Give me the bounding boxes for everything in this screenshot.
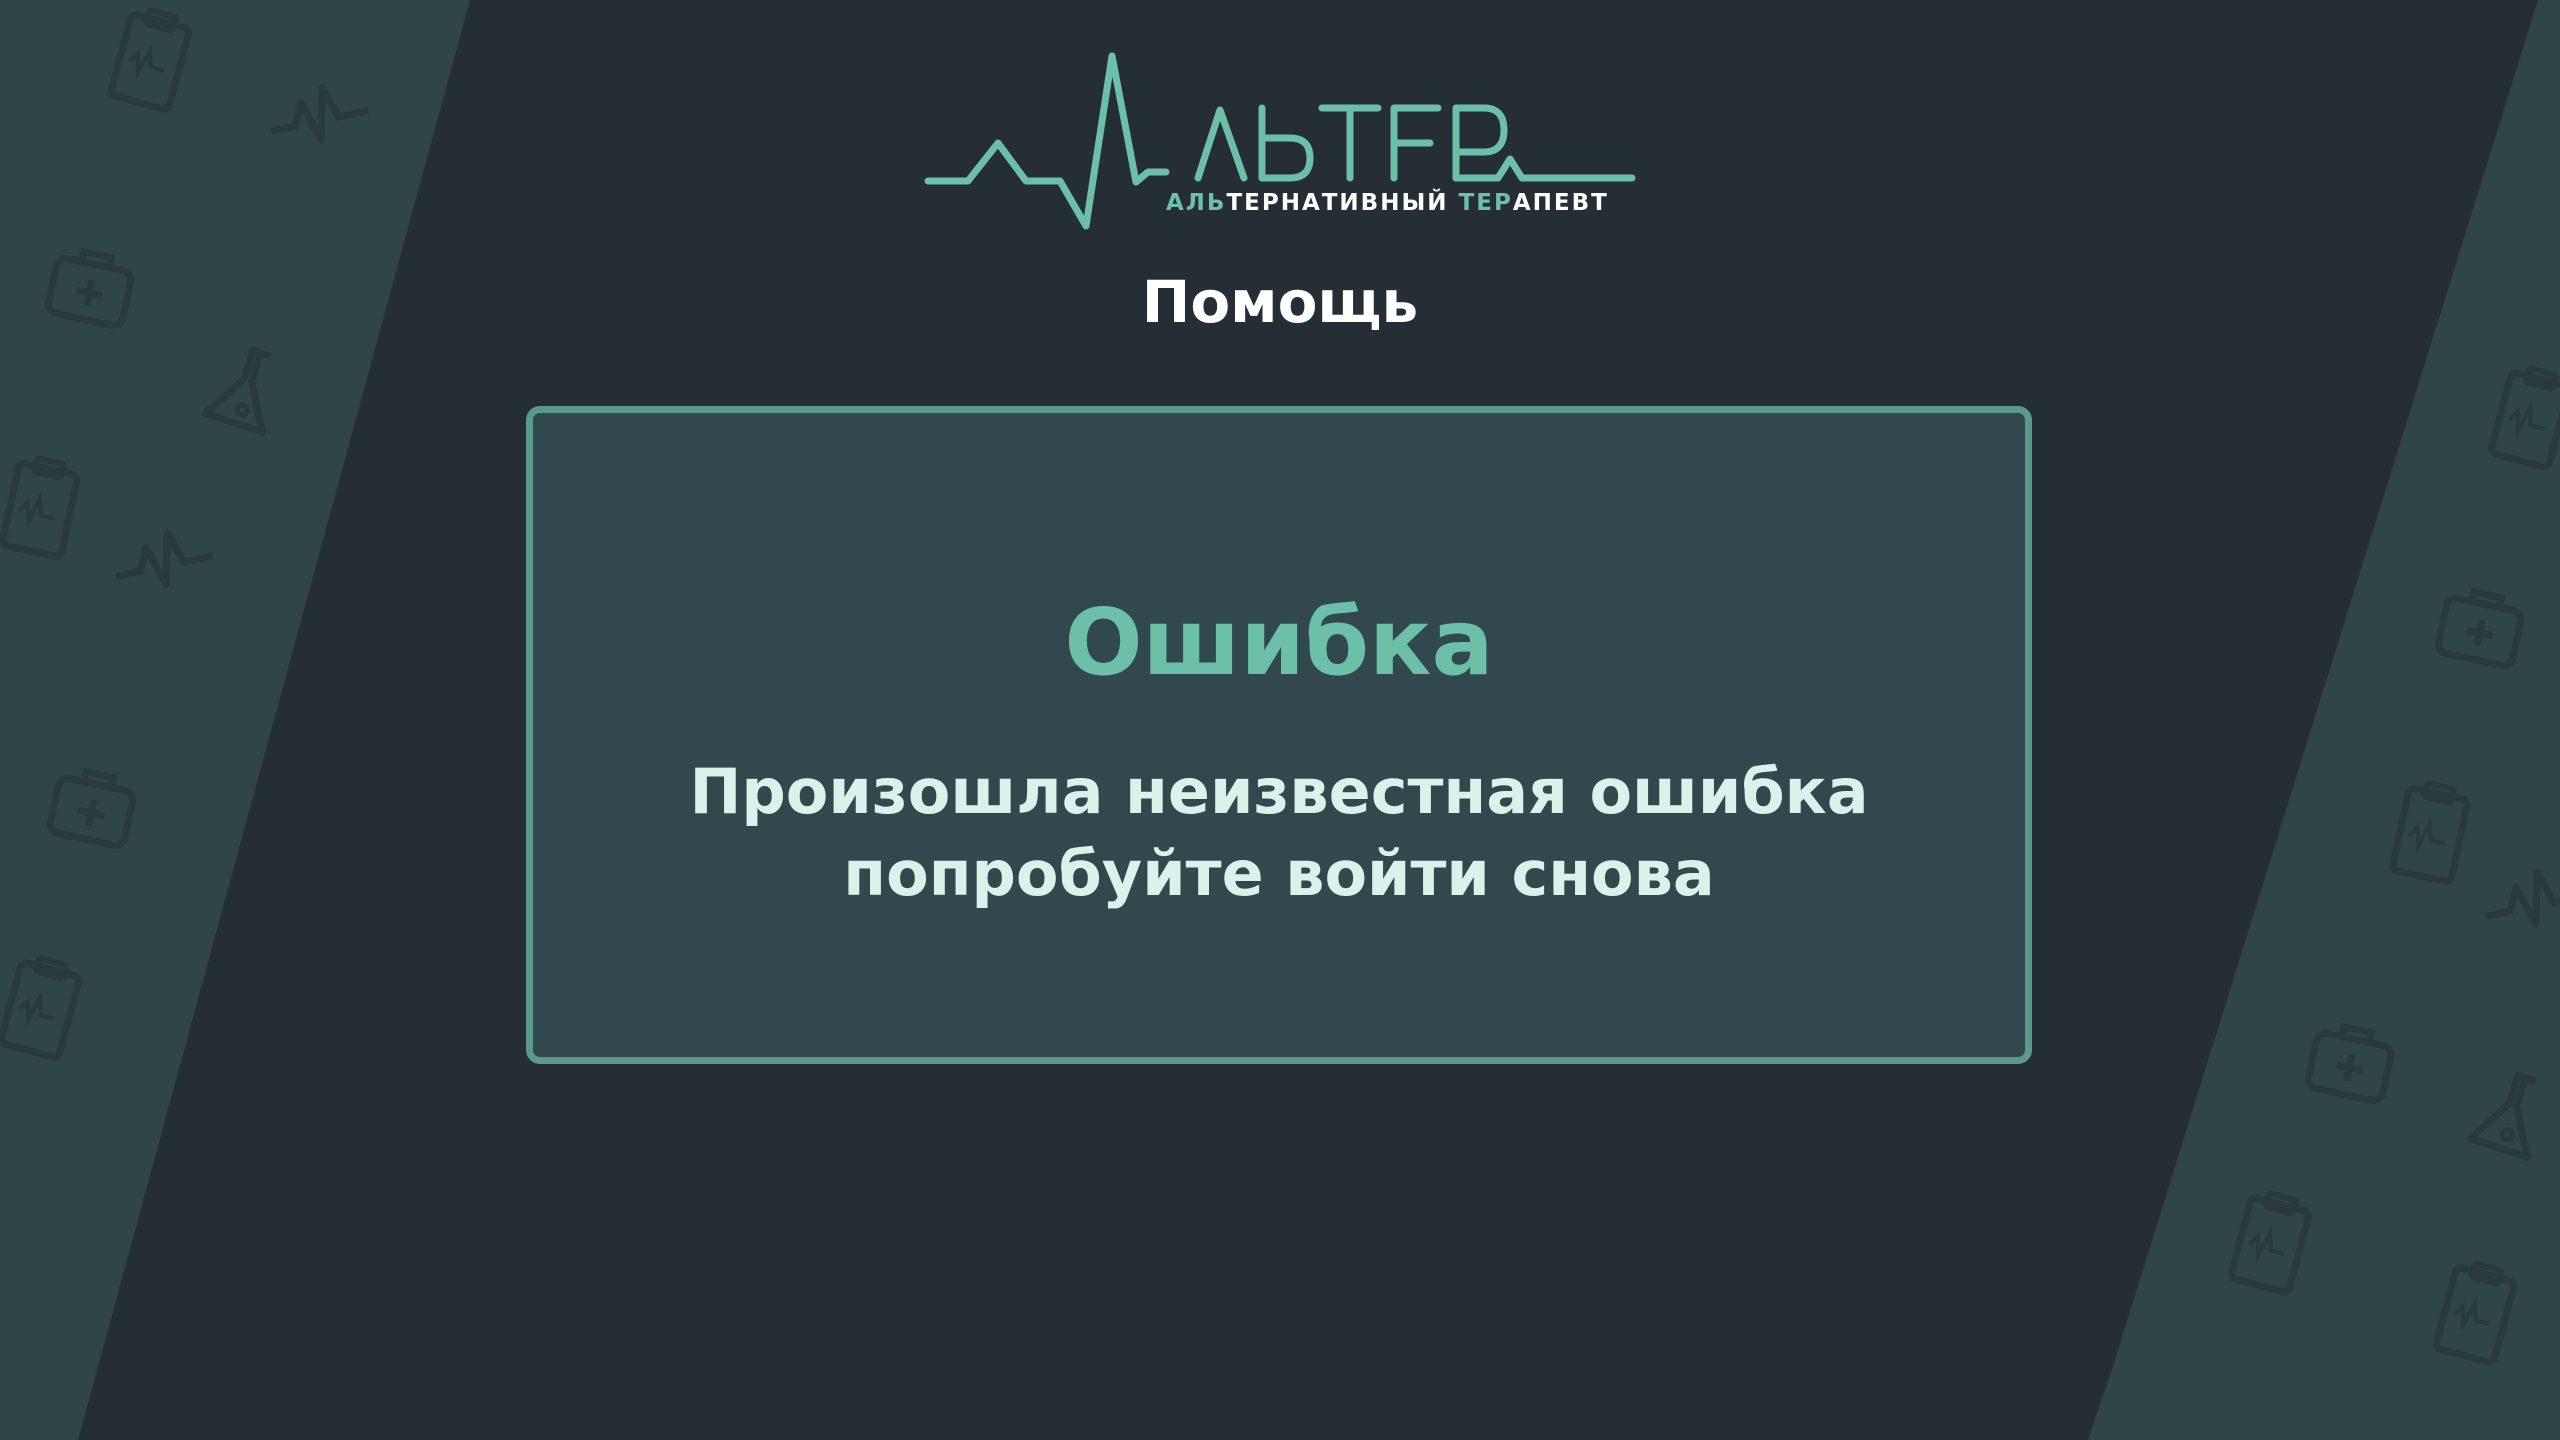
error-message-line1: Произошла неизвестная ошибка [689, 755, 1869, 828]
tagline-part: ТЕР [1458, 190, 1513, 216]
logo-tagline: АЛЬТЕРНАТИВНЫЙ ТЕРАПЕВТ [1166, 190, 1609, 216]
tagline-part: АПЕВТ [1512, 190, 1609, 216]
error-screen: АЛЬТЕРНАТИВНЫЙ ТЕРАПЕВТ Помощь Ошибка Пр… [0, 0, 2560, 1440]
error-title: Ошибка [1064, 589, 1494, 696]
tagline-part: АЛЬ [1166, 190, 1227, 216]
tagline-part: ТЕРНАТИВНЫЙ [1226, 190, 1459, 216]
page-title: Помощь [1141, 268, 1419, 336]
error-card: Ошибка Произошла неизвестная ошибка попр… [526, 406, 2032, 1064]
error-message-line2: попробуйте войти снова [843, 837, 1715, 910]
